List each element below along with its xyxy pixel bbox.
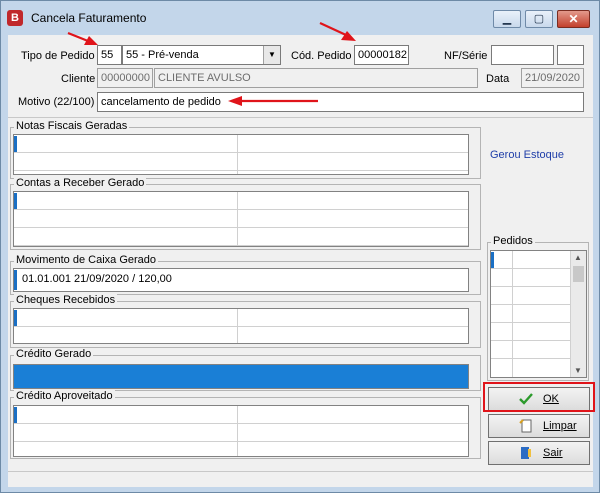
motivo-arrow (228, 96, 318, 106)
tipo-pedido-arrow (67, 31, 98, 45)
annotation-arrows (67, 22, 356, 106)
cod-pedido-arrow (319, 22, 356, 41)
